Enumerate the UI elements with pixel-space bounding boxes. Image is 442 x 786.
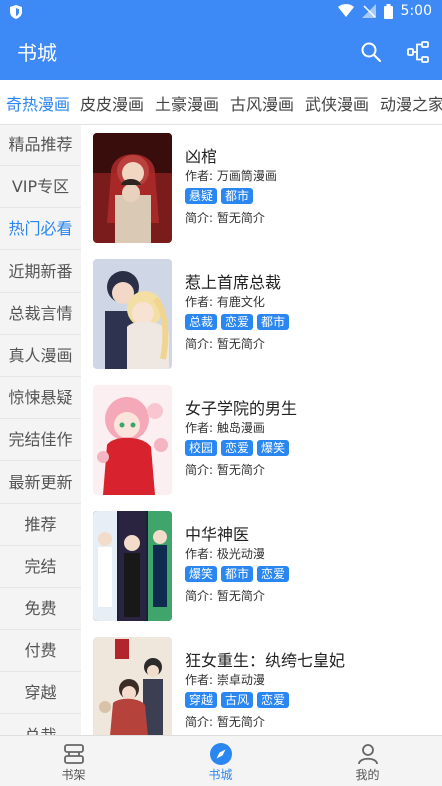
tag-list: 穿越 古风 恋爱 <box>185 692 290 708</box>
tag-badge: 校园 <box>185 440 218 456</box>
tag-badge: 穿越 <box>185 692 218 708</box>
search-icon[interactable] <box>359 40 383 64</box>
nav-label: 书城 <box>208 768 233 782</box>
tab-gufeng[interactable]: 古风漫画 <box>230 91 294 115</box>
tag-badge: 爆笑 <box>257 440 290 456</box>
tag-badge: 恋爱 <box>221 314 254 330</box>
comic-card[interactable]: 狂女重生：纨绔七皇妃 作者: 崇卓动漫 穿越 古风 恋爱 简介: 暂无简介 <box>93 637 433 735</box>
comic-card[interactable]: 女子学院的男生 作者: 触岛漫画 校园 恋爱 爆笑 简介: 暂无简介 <box>93 385 433 497</box>
status-time: 5:00 <box>400 3 432 19</box>
sidebar-item-tuijian[interactable]: 推荐 <box>0 504 81 546</box>
sidebar-item-xinfan[interactable]: 近期新番 <box>0 251 81 293</box>
tag-list: 悬疑 都市 <box>185 188 254 204</box>
comic-author: 作者: 万画筒漫画 <box>185 169 277 183</box>
comic-title: 中华神医 <box>185 525 250 544</box>
status-bar: 5:00 <box>0 0 442 24</box>
tag-badge: 总裁 <box>185 314 218 330</box>
category-tabs: 奇热漫画 皮皮漫画 土豪漫画 古风漫画 武侠漫画 动漫之家 <box>0 80 442 125</box>
bottom-nav: 书架 书城 我的 <box>0 735 442 786</box>
sidebar-item-mianfei[interactable]: 免费 <box>0 589 81 631</box>
battery-icon <box>383 3 393 19</box>
comic-title: 惹上首席总裁 <box>185 273 282 292</box>
sidebar-item-zongcai-yanqing[interactable]: 总裁言情 <box>0 293 81 335</box>
sidebar-item-vip[interactable]: VIP专区 <box>0 167 81 209</box>
tag-badge: 都市 <box>221 566 254 582</box>
comic-list: 凶棺 作者: 万画筒漫画 悬疑 都市 简介: 暂无简介 惹上首席总裁 作者: 有… <box>81 125 442 735</box>
sidebar-item-chuanyue[interactable]: 穿越 <box>0 673 81 715</box>
bookshelf-icon <box>64 744 84 764</box>
wifi-icon <box>337 4 354 17</box>
nav-bookshelf[interactable]: 书架 <box>0 736 147 786</box>
nav-label: 我的 <box>355 768 380 782</box>
nav-bookstore[interactable]: 书城 <box>147 736 294 786</box>
tag-badge: 悬疑 <box>185 188 218 204</box>
comic-cover <box>93 385 172 495</box>
page-title: 书城 <box>17 41 57 65</box>
sidebar-item-fufei[interactable]: 付费 <box>0 631 81 673</box>
tag-list: 爆笑 都市 恋爱 <box>185 566 290 582</box>
comic-author: 作者: 触岛漫画 <box>185 421 265 435</box>
nav-label: 书架 <box>61 768 86 782</box>
sidebar-item-wanjie[interactable]: 完结 <box>0 546 81 588</box>
sidebar-item-jingsong[interactable]: 惊悚悬疑 <box>0 378 81 420</box>
tag-badge: 古风 <box>221 692 254 708</box>
signal-off-icon <box>361 4 376 18</box>
compass-icon <box>210 743 232 765</box>
person-icon <box>358 744 378 765</box>
sidebar-item-zuixin[interactable]: 最新更新 <box>0 462 81 504</box>
comic-intro: 简介: 暂无简介 <box>185 589 265 603</box>
tag-badge: 都市 <box>221 188 254 204</box>
comic-intro: 简介: 暂无简介 <box>185 715 265 729</box>
tag-badge: 都市 <box>257 314 290 330</box>
sidebar-item-zongcai[interactable]: 总裁 <box>0 715 81 735</box>
sidebar-item-zhenren[interactable]: 真人漫画 <box>0 335 81 377</box>
comic-cover <box>93 511 172 621</box>
tab-dongmanzhijia[interactable]: 动漫之家 <box>380 91 442 115</box>
tag-list: 校园 恋爱 爆笑 <box>185 440 290 456</box>
comic-intro: 简介: 暂无简介 <box>185 463 265 477</box>
tag-badge: 恋爱 <box>257 566 290 582</box>
tab-tuhao[interactable]: 土豪漫画 <box>155 91 219 115</box>
comic-cover <box>93 133 172 243</box>
nav-profile[interactable]: 我的 <box>294 736 441 786</box>
comic-intro: 简介: 暂无简介 <box>185 337 265 351</box>
tab-pipi[interactable]: 皮皮漫画 <box>80 91 144 115</box>
sidebar-item-remen[interactable]: 热门必看 <box>0 209 81 251</box>
comic-title: 女子学院的男生 <box>185 399 298 418</box>
share-icon[interactable] <box>406 40 430 64</box>
comic-author: 作者: 崇卓动漫 <box>185 673 265 687</box>
comic-author: 作者: 有鹿文化 <box>185 295 265 309</box>
sidebar: 精品推荐 VIP专区 热门必看 近期新番 总裁言情 真人漫画 惊悚悬疑 完结佳作… <box>0 125 81 735</box>
comic-cover <box>93 259 172 369</box>
tab-qire[interactable]: 奇热漫画 <box>6 91 70 115</box>
comic-cover <box>93 637 172 735</box>
comic-author: 作者: 极光动漫 <box>185 547 265 561</box>
sidebar-item-wanjie-jiazuo[interactable]: 完结佳作 <box>0 420 81 462</box>
tag-badge: 恋爱 <box>257 692 290 708</box>
app-bar: 书城 <box>0 24 442 80</box>
tag-badge: 恋爱 <box>221 440 254 456</box>
shield-icon <box>10 5 22 19</box>
comic-title: 狂女重生：纨绔七皇妃 <box>185 651 346 670</box>
comic-card[interactable]: 惹上首席总裁 作者: 有鹿文化 总裁 恋爱 都市 简介: 暂无简介 <box>93 259 433 371</box>
tab-wuxia[interactable]: 武侠漫画 <box>305 91 369 115</box>
comic-card[interactable]: 凶棺 作者: 万画筒漫画 悬疑 都市 简介: 暂无简介 <box>93 133 433 245</box>
comic-intro: 简介: 暂无简介 <box>185 211 265 225</box>
tag-list: 总裁 恋爱 都市 <box>185 314 290 330</box>
comic-card[interactable]: 中华神医 作者: 极光动漫 爆笑 都市 恋爱 简介: 暂无简介 <box>93 511 433 623</box>
sidebar-item-jingpin[interactable]: 精品推荐 <box>0 125 81 166</box>
tag-badge: 爆笑 <box>185 566 218 582</box>
comic-title: 凶棺 <box>185 147 218 166</box>
